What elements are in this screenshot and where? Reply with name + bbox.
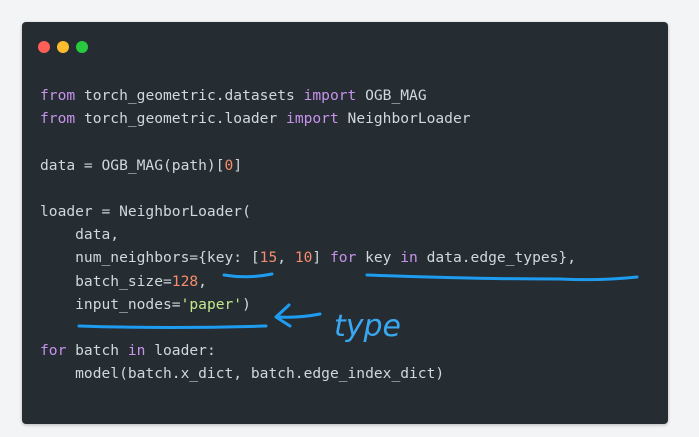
- code-line: from torch_geometric.loader import Neigh…: [40, 107, 576, 130]
- code-token: OGB_MAG: [356, 87, 427, 104]
- code-token: import: [286, 110, 339, 128]
- code-line: from torch_geometric.datasets import OGB…: [40, 84, 576, 107]
- code-token: NeighborLoader: [338, 110, 471, 128]
- code-token: data,: [40, 226, 120, 244]
- code-token: key: [356, 249, 401, 267]
- code-token: batch: [66, 342, 128, 360]
- code-token: in: [127, 342, 146, 360]
- code-block: from torch_geometric.datasets import OGB…: [40, 84, 576, 385]
- code-token: num_neighbors={key: [: [40, 249, 260, 267]
- code-token: for: [40, 342, 67, 360]
- code-token: ,: [198, 272, 207, 290]
- code-token: 0: [224, 156, 234, 174]
- code-token: ): [242, 295, 251, 313]
- code-token: model(batch.x_dict, batch.edge_index_dic…: [40, 365, 445, 383]
- code-token: from: [40, 110, 76, 128]
- code-line: num_neighbors={key: [15, 10] for key in …: [40, 246, 576, 269]
- code-line: model(batch.x_dict, batch.edge_index_dic…: [40, 362, 576, 385]
- code-window: from torch_geometric.datasets import OGB…: [22, 22, 668, 424]
- code-token: ]: [233, 156, 243, 174]
- code-token: import: [303, 87, 357, 104]
- code-line: input_nodes='paper'): [40, 293, 576, 316]
- code-line: loader = NeighborLoader(: [40, 200, 576, 223]
- code-token: torch_geometric.loader: [75, 110, 287, 128]
- code-token: 'paper': [180, 295, 243, 313]
- code-line: data,: [40, 223, 576, 246]
- code-token: 10: [294, 249, 313, 267]
- code-line: data = OGB_MAG(path)[0]: [40, 154, 576, 177]
- code-token: 128: [171, 272, 199, 290]
- code-token: data = OGB_MAG(path)[: [40, 156, 225, 174]
- close-button[interactable]: [38, 41, 50, 53]
- minimize-button[interactable]: [57, 41, 69, 53]
- code-token: ,: [277, 249, 295, 267]
- maximize-button[interactable]: [76, 41, 88, 53]
- window-controls: [38, 41, 88, 53]
- code-token: torch_geometric.datasets: [75, 87, 304, 104]
- code-token: input_nodes=: [40, 295, 181, 313]
- code-token: data.edge_types},: [417, 249, 576, 267]
- code-token: loader = NeighborLoader(: [40, 202, 251, 220]
- code-token: for: [329, 249, 357, 267]
- code-token: batch_size=: [40, 272, 172, 290]
- code-token: from: [40, 87, 76, 104]
- code-token: in: [400, 249, 418, 267]
- code-line: for batch in loader:: [40, 339, 576, 362]
- code-token: loader:: [145, 342, 216, 360]
- code-token: 15: [259, 249, 278, 267]
- code-token: ]: [312, 249, 330, 267]
- code-line: batch_size=128,: [40, 270, 576, 293]
